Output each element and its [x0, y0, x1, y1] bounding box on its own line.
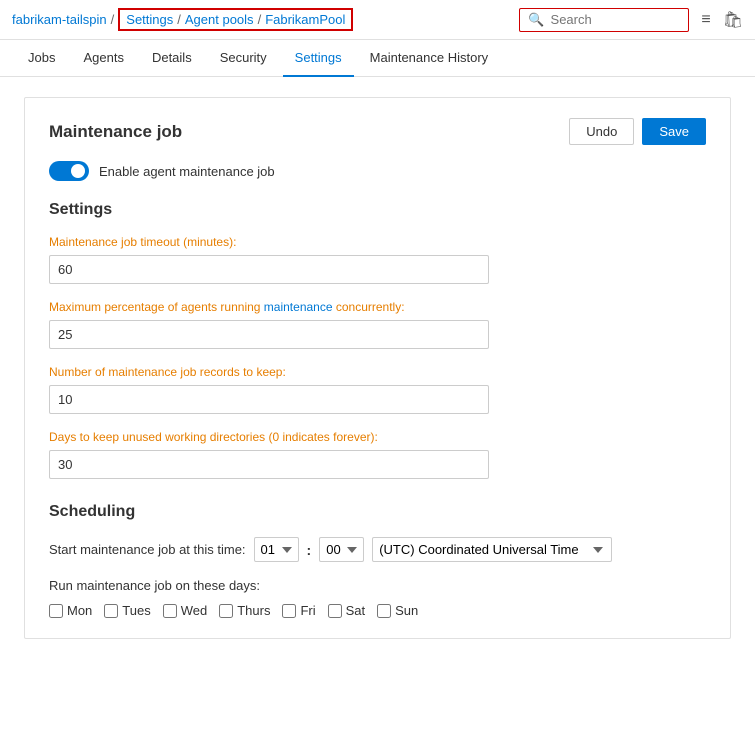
- checkbox-fri[interactable]: [282, 604, 296, 618]
- minute-select[interactable]: 00 15 30 45: [319, 537, 364, 562]
- field-records-input[interactable]: [49, 385, 489, 414]
- tab-security[interactable]: Security: [208, 40, 279, 77]
- time-label: Start maintenance job at this time:: [49, 542, 246, 557]
- tab-jobs[interactable]: Jobs: [16, 40, 67, 77]
- label-thurs: Thurs: [237, 603, 270, 618]
- field-days-keep-label: Days to keep unused working directories …: [49, 430, 706, 444]
- checkbox-thurs[interactable]: [219, 604, 233, 618]
- field-max-percent-input[interactable]: [49, 320, 489, 349]
- checkbox-tues[interactable]: [104, 604, 118, 618]
- settings-section-title: Settings: [49, 201, 706, 219]
- label-wed: Wed: [181, 603, 208, 618]
- tab-maintenance-history[interactable]: Maintenance History: [358, 40, 501, 77]
- label-sun: Sun: [395, 603, 418, 618]
- breadcrumb-pool[interactable]: FabrikamPool: [265, 12, 345, 27]
- header: fabrikam-tailspin / Settings / Agent poo…: [0, 0, 755, 40]
- bag-icon[interactable]: 🛍: [723, 10, 743, 30]
- search-input[interactable]: [551, 12, 681, 27]
- toggle-row: Enable agent maintenance job: [49, 161, 706, 181]
- time-row: Start maintenance job at this time: 01 0…: [49, 537, 706, 562]
- header-right: 🔍 ≡ 🛍: [519, 8, 743, 32]
- enable-toggle[interactable]: [49, 161, 89, 181]
- day-item-thurs: Thurs: [219, 603, 270, 618]
- breadcrumb-settings[interactable]: Settings: [126, 12, 173, 27]
- breadcrumb: fabrikam-tailspin / Settings / Agent poo…: [12, 8, 353, 31]
- breadcrumb-org[interactable]: fabrikam-tailspin: [12, 12, 107, 27]
- day-item-mon: Mon: [49, 603, 92, 618]
- field-records-label: Number of maintenance job records to kee…: [49, 365, 706, 379]
- checkbox-wed[interactable]: [163, 604, 177, 618]
- day-item-fri: Fri: [282, 603, 315, 618]
- timezone-select[interactable]: (UTC) Coordinated Universal Time (UTC+05…: [372, 537, 612, 562]
- breadcrumb-sep1: /: [111, 12, 115, 27]
- field-days-keep-input[interactable]: [49, 450, 489, 479]
- scheduling-section: Scheduling Start maintenance job at this…: [49, 503, 706, 618]
- day-item-wed: Wed: [163, 603, 208, 618]
- days-label: Run maintenance job on these days:: [49, 578, 706, 593]
- checkbox-sat[interactable]: [328, 604, 342, 618]
- field-timeout-label: Maintenance job timeout (minutes):: [49, 235, 706, 249]
- save-button[interactable]: Save: [642, 118, 706, 145]
- undo-button[interactable]: Undo: [569, 118, 634, 145]
- search-icon: 🔍: [528, 12, 544, 28]
- field-days-keep: Days to keep unused working directories …: [49, 430, 706, 479]
- breadcrumb-agent-pools[interactable]: Agent pools: [185, 12, 254, 27]
- breadcrumb-sep3: /: [258, 12, 262, 27]
- checkbox-mon[interactable]: [49, 604, 63, 618]
- day-item-sat: Sat: [328, 603, 366, 618]
- card-title: Maintenance job: [49, 122, 182, 142]
- field-max-percent-label: Maximum percentage of agents running mai…: [49, 300, 706, 314]
- field-timeout-input[interactable]: [49, 255, 489, 284]
- label-fri: Fri: [300, 603, 315, 618]
- tab-details[interactable]: Details: [140, 40, 204, 77]
- scheduling-section-title: Scheduling: [49, 503, 706, 521]
- field-max-percent: Maximum percentage of agents running mai…: [49, 300, 706, 349]
- day-item-sun: Sun: [377, 603, 418, 618]
- checkbox-sun[interactable]: [377, 604, 391, 618]
- label-tues: Tues: [122, 603, 150, 618]
- main-content: Maintenance job Undo Save Enable agent m…: [0, 77, 755, 659]
- breadcrumb-box: Settings / Agent pools / FabrikamPool: [118, 8, 353, 31]
- search-box[interactable]: 🔍: [519, 8, 689, 32]
- days-row: Mon Tues Wed Thurs Fri: [49, 603, 706, 618]
- field-timeout: Maintenance job timeout (minutes):: [49, 235, 706, 284]
- breadcrumb-sep2: /: [177, 12, 181, 27]
- label-sat: Sat: [346, 603, 366, 618]
- colon: :: [307, 542, 312, 558]
- card-header: Maintenance job Undo Save: [49, 118, 706, 145]
- nav-tabs: Jobs Agents Details Security Settings Ma…: [0, 40, 755, 77]
- maintenance-card: Maintenance job Undo Save Enable agent m…: [24, 97, 731, 639]
- hour-select[interactable]: 01 02 03: [254, 537, 299, 562]
- list-icon[interactable]: ≡: [701, 11, 710, 29]
- tab-agents[interactable]: Agents: [71, 40, 135, 77]
- toggle-thumb: [71, 164, 85, 178]
- tab-settings[interactable]: Settings: [283, 40, 354, 77]
- card-actions: Undo Save: [569, 118, 706, 145]
- field-records: Number of maintenance job records to kee…: [49, 365, 706, 414]
- label-mon: Mon: [67, 603, 92, 618]
- day-item-tues: Tues: [104, 603, 150, 618]
- toggle-label: Enable agent maintenance job: [99, 164, 275, 179]
